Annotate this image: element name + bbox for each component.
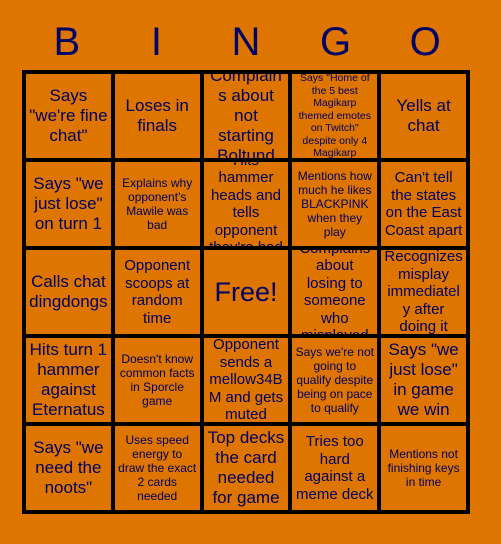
bingo-cell-label: Hits hammer heads and tells opponent the… [209, 162, 283, 246]
bingo-cell-r5-c4[interactable]: Tries too hard against a meme deck [292, 426, 378, 510]
bingo-cell-r1-c5[interactable]: Yells at chat [381, 74, 466, 158]
bingo-cell-label: Calls chat dingdongs [29, 272, 108, 311]
bingo-card: B I N G O Says "we're fine chat" Loses in fin… [0, 0, 501, 544]
bingo-cell-label: Uses speed energy to draw the exact 2 ca… [118, 433, 197, 503]
bingo-cell-label: Recognizes misplay immediately after doi… [384, 250, 463, 334]
bingo-cell-label: Complains about not starting Boltund [210, 74, 282, 158]
bingo-cell-r1-c1[interactable]: Says "we're fine chat" [26, 74, 111, 158]
bingo-cell-r4-c1[interactable]: Hits turn 1 hammer against Eternatus [26, 338, 111, 422]
bingo-cell-r5-c3[interactable]: Top decks the card needed for game [203, 426, 289, 510]
bingo-cell-r3-c3[interactable]: Free! [203, 250, 289, 334]
bingo-header: BINGO [22, 16, 470, 68]
bingo-cell-r4-c3[interactable]: Opponent sends a mellow34BM and gets mut… [203, 338, 289, 422]
bingo-cell-label: Top decks the card needed for game [207, 428, 285, 507]
bingo-cell-r3-c2[interactable]: Opponent scoops at random time [114, 250, 200, 334]
bingo-cell-label: Says "we just lose" on turn 1 [33, 174, 104, 233]
bingo-cell-label: Opponent sends a mellow34BM and gets mut… [208, 338, 284, 422]
bingo-cell-label: Says "we need the noots" [33, 438, 104, 497]
bingo-cell-r1-c2[interactable]: Loses in finals [114, 74, 200, 158]
bingo-cell-label: Loses in finals [125, 96, 189, 135]
bingo-cell-r3-c5[interactable]: Recognizes misplay immediately after doi… [381, 250, 466, 334]
bingo-cell-label: Free! [214, 277, 278, 307]
bingo-header-letter-2: N [231, 20, 261, 64]
bingo-cell-label: Says "we're fine chat" [29, 86, 108, 145]
bingo-cell-r4-c4[interactable]: Says we're not going to qualify despite … [292, 338, 378, 422]
bingo-cell-r3-c4[interactable]: Complains about losing to someone who mi… [292, 250, 378, 334]
bingo-cell-label: Complains about losing to someone who mi… [299, 250, 370, 334]
bingo-cell-label: Mentions how much he likes BLACKPINK whe… [297, 169, 372, 239]
bingo-cell-r3-c1[interactable]: Calls chat dingdongs [26, 250, 111, 334]
bingo-cell-label: Says "we just lose" in game we win [388, 340, 459, 419]
bingo-header-letter-1: I [150, 20, 162, 64]
bingo-cell-label: Explains why opponent's Mawile was bad [122, 176, 193, 232]
bingo-cell-r4-c2[interactable]: Doesn't know common facts in Sporcle gam… [114, 338, 200, 422]
bingo-cell-label: Doesn't know common facts in Sporcle gam… [119, 352, 195, 408]
bingo-cell-label: Tries too hard against a meme deck [296, 433, 374, 503]
bingo-cell-label: Can't tell the states on the East Coast … [384, 169, 463, 239]
bingo-cell-label: Hits turn 1 hammer against Eternatus [29, 340, 108, 419]
bingo-cell-r2-c4[interactable]: Mentions how much he likes BLACKPINK whe… [292, 162, 378, 246]
bingo-cell-r4-c5[interactable]: Says "we just lose" in game we win [381, 338, 466, 422]
bingo-header-letter-3: G [320, 20, 352, 64]
bingo-cell-r2-c3[interactable]: Hits hammer heads and tells opponent the… [203, 162, 289, 246]
bingo-cell-label: Mentions not finishing keys in time [387, 447, 460, 489]
bingo-cell-r1-c4[interactable]: Says "Home of the 5 best Magikarp themed… [292, 74, 378, 158]
bingo-cell-r2-c5[interactable]: Can't tell the states on the East Coast … [381, 162, 466, 246]
bingo-cell-r5-c5[interactable]: Mentions not finishing keys in time [381, 426, 466, 510]
bingo-cell-label: Says we're not going to qualify despite … [295, 345, 374, 415]
bingo-cell-r5-c1[interactable]: Says "we need the noots" [26, 426, 111, 510]
bingo-header-letter-0: B [53, 20, 81, 64]
bingo-header-letter-4: O [409, 20, 441, 64]
bingo-cell-label: Opponent scoops at random time [124, 257, 191, 327]
bingo-cell-r5-c2[interactable]: Uses speed energy to draw the exact 2 ca… [114, 426, 200, 510]
bingo-cell-r2-c1[interactable]: Says "we just lose" on turn 1 [26, 162, 111, 246]
bingo-cell-r1-c3[interactable]: Complains about not starting Boltund [203, 74, 289, 158]
bingo-cell-label: Says "Home of the 5 best Magikarp themed… [298, 74, 371, 158]
bingo-grid: Says "we're fine chat" Loses in finals Com… [22, 70, 470, 514]
bingo-cell-r2-c2[interactable]: Explains why opponent's Mawile was bad [114, 162, 200, 246]
bingo-cell-label: Yells at chat [396, 96, 451, 135]
